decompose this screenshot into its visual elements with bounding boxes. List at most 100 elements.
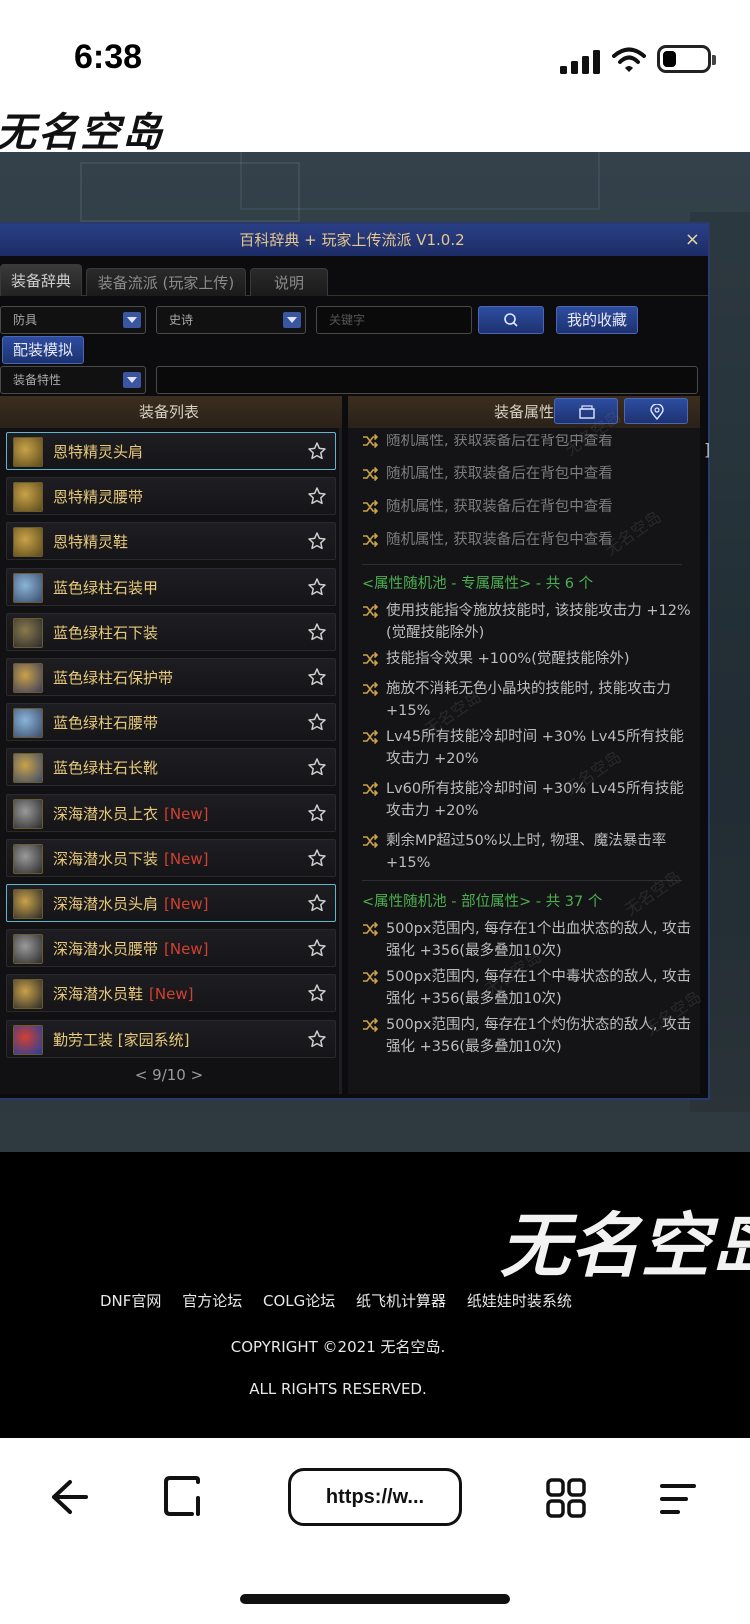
- location-pin-icon: [650, 403, 664, 421]
- equipment-name-text: 恩特精灵腰带: [53, 488, 144, 507]
- equipment-item[interactable]: 蓝色绿柱石腰带: [6, 703, 336, 742]
- equipment-item[interactable]: 深海潜水员鞋 [New]: [6, 974, 336, 1013]
- url-bar[interactable]: https://w...: [288, 1468, 462, 1526]
- shuffle-icon: [363, 603, 378, 619]
- new-badge: [New]: [164, 895, 209, 913]
- star-icon[interactable]: [307, 893, 327, 913]
- attribute-text: 剩余MP超过50%以上时, 物理、魔法暴击率 +15%: [386, 833, 667, 871]
- attribute-line: 技能指令效果 +100%(觉醒技能除外): [358, 648, 692, 674]
- equipment-item[interactable]: 蓝色绿柱石装甲: [6, 567, 336, 607]
- trait-select[interactable]: 装备特性: [0, 366, 146, 394]
- simulate-button[interactable]: 配装模拟: [2, 336, 84, 364]
- attribute-text: 技能指令效果 +100%(觉醒技能除外): [386, 651, 630, 667]
- keyword-input[interactable]: 关键字: [316, 306, 472, 334]
- attribute-text: 随机属性, 获取装备后在背包中查看: [386, 499, 613, 515]
- shuffle-icon: [363, 466, 378, 482]
- star-icon[interactable]: [307, 757, 327, 777]
- equipment-name-text: 恩特精灵头肩: [53, 443, 144, 461]
- menu-icon[interactable]: [658, 1482, 698, 1516]
- tab-equipment-dictionary[interactable]: 装备辞典: [0, 264, 82, 296]
- equipment-name-text: 深海潜水员头肩: [53, 895, 159, 913]
- attribute-line: 使用技能指令施放技能时, 该技能攻击力 +12%(觉醒技能除外): [358, 600, 692, 644]
- star-icon[interactable]: [307, 622, 327, 642]
- rights-text: ALL RIGHTS RESERVED.: [249, 1380, 427, 1398]
- equipment-name-text: 蓝色绿柱石腰带: [53, 714, 159, 733]
- apps-grid-icon[interactable]: [546, 1478, 586, 1518]
- equipment-name: 蓝色绿柱石保护带: [53, 659, 179, 697]
- pagination[interactable]: < 9/10 >: [0, 1066, 342, 1084]
- equipment-icon: [13, 663, 43, 693]
- equipment-icon: [13, 708, 43, 739]
- back-arrow-icon[interactable]: [50, 1478, 90, 1516]
- equipment-item[interactable]: 蓝色绿柱石长靴: [6, 748, 336, 787]
- equipment-item[interactable]: 深海潜水员上衣 [New]: [6, 793, 336, 833]
- star-icon[interactable]: [307, 803, 327, 823]
- attribute-text: 500px范围内, 每存在1个中毒状态的敌人, 攻击强化 +356(最多叠加10…: [386, 969, 692, 1007]
- clock: 6:38: [74, 38, 143, 76]
- star-icon[interactable]: [307, 486, 327, 506]
- equipment-icon: [13, 934, 43, 965]
- equipment-icon: [13, 527, 43, 558]
- equipment-name: 蓝色绿柱石长靴: [53, 749, 164, 787]
- chevron-down-icon: [283, 312, 301, 328]
- shuffle-icon: [363, 833, 378, 849]
- window-title: 百科辞典 + 玩家上传流派 V1.0.2: [239, 231, 465, 249]
- star-icon[interactable]: [307, 848, 327, 868]
- footer-link-colg-forum[interactable]: COLG论坛: [263, 1292, 335, 1310]
- favorites-button[interactable]: 我的收藏: [556, 306, 638, 334]
- tabs-icon[interactable]: [162, 1476, 204, 1518]
- equipment-name: 深海潜水员上衣 [New]: [53, 795, 208, 833]
- equipment-name: 勤劳工装 [家园系统]: [53, 1021, 195, 1059]
- equipment-item[interactable]: 深海潜水员头肩 [New]: [6, 884, 336, 922]
- footer-links: DNF官网 官方论坛 COLG论坛 纸飞机计算器 纸娃娃时装系统: [100, 1290, 588, 1311]
- equipment-icon: [13, 889, 43, 919]
- new-badge: [New]: [149, 985, 194, 1004]
- battery-level: [663, 51, 676, 67]
- equipment-name-text: 蓝色绿柱石长靴: [53, 759, 159, 778]
- attribute-line: 随机属性, 获取装备后在背包中查看: [358, 434, 692, 452]
- attribute-line: 剩余MP超过50%以上时, 物理、魔法暴击率 +15%: [358, 830, 692, 874]
- star-icon[interactable]: [307, 577, 327, 597]
- equipment-list-title: 装备列表: [0, 396, 342, 428]
- background-decoration: [240, 152, 600, 210]
- shuffle-icon: [363, 532, 378, 548]
- equipment-icon: [13, 753, 43, 784]
- star-icon[interactable]: [307, 441, 327, 461]
- equipment-item[interactable]: 恩特精灵头肩: [6, 432, 336, 470]
- star-icon[interactable]: [307, 712, 327, 732]
- equipment-name: 恩特精灵头肩: [53, 433, 149, 471]
- search-button[interactable]: [478, 306, 544, 334]
- footer-link-dnf-official[interactable]: DNF官网: [100, 1292, 161, 1310]
- tab-instructions[interactable]: 说明: [250, 268, 328, 296]
- star-icon[interactable]: [307, 983, 327, 1003]
- close-button[interactable]: ×: [685, 224, 700, 256]
- tab-equipment-builds[interactable]: 装备流派 (玩家上传): [86, 268, 246, 296]
- window-titlebar: 百科辞典 + 玩家上传流派 V1.0.2 ×: [0, 224, 708, 256]
- star-icon[interactable]: [307, 531, 327, 551]
- trait-input[interactable]: [156, 366, 698, 394]
- type-select[interactable]: 防具: [0, 306, 146, 334]
- equipment-item[interactable]: 蓝色绿柱石保护带: [6, 658, 336, 696]
- equipment-item[interactable]: 深海潜水员腰带 [New]: [6, 929, 336, 968]
- search-icon: [504, 313, 518, 327]
- equipment-name-text: 蓝色绿柱石下装: [53, 623, 159, 642]
- home-indicator[interactable]: [240, 1594, 510, 1604]
- rarity-select[interactable]: 史诗: [156, 306, 306, 334]
- site-logo[interactable]: 无名空岛: [0, 100, 164, 158]
- equipment-item[interactable]: 恩特精灵腰带: [6, 477, 336, 516]
- equipment-item[interactable]: 恩特精灵鞋: [6, 522, 336, 561]
- footer-link-official-forum[interactable]: 官方论坛: [182, 1292, 242, 1310]
- equipment-item[interactable]: 蓝色绿柱石下装: [6, 612, 336, 651]
- star-icon[interactable]: [307, 1029, 327, 1049]
- locate-button[interactable]: [624, 398, 688, 424]
- star-icon[interactable]: [307, 938, 327, 958]
- attribute-text: 随机属性, 获取装备后在背包中查看: [386, 466, 613, 482]
- equipment-icon: [13, 617, 43, 648]
- equipment-item[interactable]: 勤劳工装 [家园系统]: [6, 1019, 336, 1059]
- equipment-name: 蓝色绿柱石装甲: [53, 569, 164, 607]
- footer-link-calculator[interactable]: 纸飞机计算器: [356, 1292, 446, 1310]
- footer-link-avatar-system[interactable]: 纸娃娃时装系统: [467, 1292, 572, 1310]
- star-icon[interactable]: [307, 667, 327, 687]
- equipment-item[interactable]: 深海潜水员下装 [New]: [6, 838, 336, 877]
- equipment-icon: [13, 437, 43, 467]
